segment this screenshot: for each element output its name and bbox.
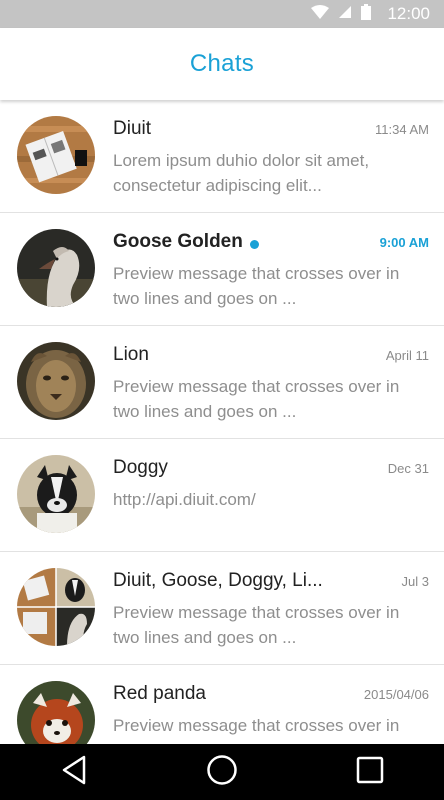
- dog-avatar: [17, 455, 95, 533]
- goose-avatar: [17, 229, 95, 307]
- recents-button[interactable]: [340, 744, 400, 800]
- chat-time: 11:34 AM: [375, 122, 429, 137]
- chat-preview: Preview message that crosses over in two…: [113, 603, 400, 647]
- chat-list: Diuit 11:34 AM Lorem ipsum duhio dolor s…: [0, 100, 444, 744]
- wifi-icon: [311, 4, 330, 24]
- chat-time: 9:00 AM: [379, 235, 429, 250]
- chat-name: Diuit: [113, 118, 152, 139]
- chat-preview: http://api.diuit.com/: [113, 490, 256, 509]
- chat-item-diuit[interactable]: Diuit 11:34 AM Lorem ipsum duhio dolor s…: [0, 100, 444, 213]
- battery-icon: [361, 3, 372, 25]
- recents-icon: [356, 756, 384, 789]
- chat-item-group[interactable]: Diuit, Goose, Doggy, Li... Jul 3 Preview…: [0, 552, 444, 665]
- chat-item-red-panda[interactable]: Red panda 2015/04/06 Preview message tha…: [0, 665, 444, 744]
- chat-time: April 11: [385, 348, 429, 363]
- app-bar: Chats: [0, 28, 444, 100]
- chat-item-doggy[interactable]: Doggy Dec 31 http://api.diuit.com/: [0, 439, 444, 552]
- home-icon: [206, 754, 238, 791]
- lion-avatar: [17, 342, 95, 420]
- chat-preview: Lorem ipsum duhio dolor sit amet, consec…: [113, 151, 370, 195]
- unread-indicator: [250, 240, 259, 249]
- signal-icon: [339, 5, 352, 23]
- chat-time: Jul 3: [401, 574, 429, 589]
- chat-preview: Preview message that crosses over in two…: [113, 716, 400, 744]
- group-avatar: [17, 568, 95, 646]
- chat-preview: Preview message that crosses over in two…: [113, 377, 400, 421]
- status-bar: 12:00: [0, 0, 444, 28]
- chat-time: 2015/04/06: [363, 687, 429, 702]
- chat-name: Red panda: [113, 683, 206, 704]
- status-time: 12:00: [387, 4, 430, 23]
- home-button[interactable]: [192, 744, 252, 800]
- chat-name: Lion: [113, 344, 149, 365]
- chat-name: Diuit, Goose, Doggy, Li...: [113, 570, 323, 591]
- chat-item-lion[interactable]: Lion April 11 Preview message that cross…: [0, 326, 444, 439]
- chat-item-goose-golden[interactable]: Goose Golden 9:00 AM Preview message tha…: [0, 213, 444, 326]
- chat-preview: Preview message that crosses over in two…: [113, 264, 400, 308]
- nav-bar: [0, 744, 444, 800]
- chat-time: Dec 31: [387, 461, 429, 476]
- back-button[interactable]: [44, 744, 104, 800]
- chat-name: Doggy: [113, 457, 168, 478]
- chat-name: Goose Golden: [113, 231, 243, 252]
- back-icon: [60, 755, 88, 790]
- notebook-avatar: [17, 116, 95, 194]
- page-title: Chats: [189, 50, 255, 77]
- red-panda-avatar: [17, 681, 95, 744]
